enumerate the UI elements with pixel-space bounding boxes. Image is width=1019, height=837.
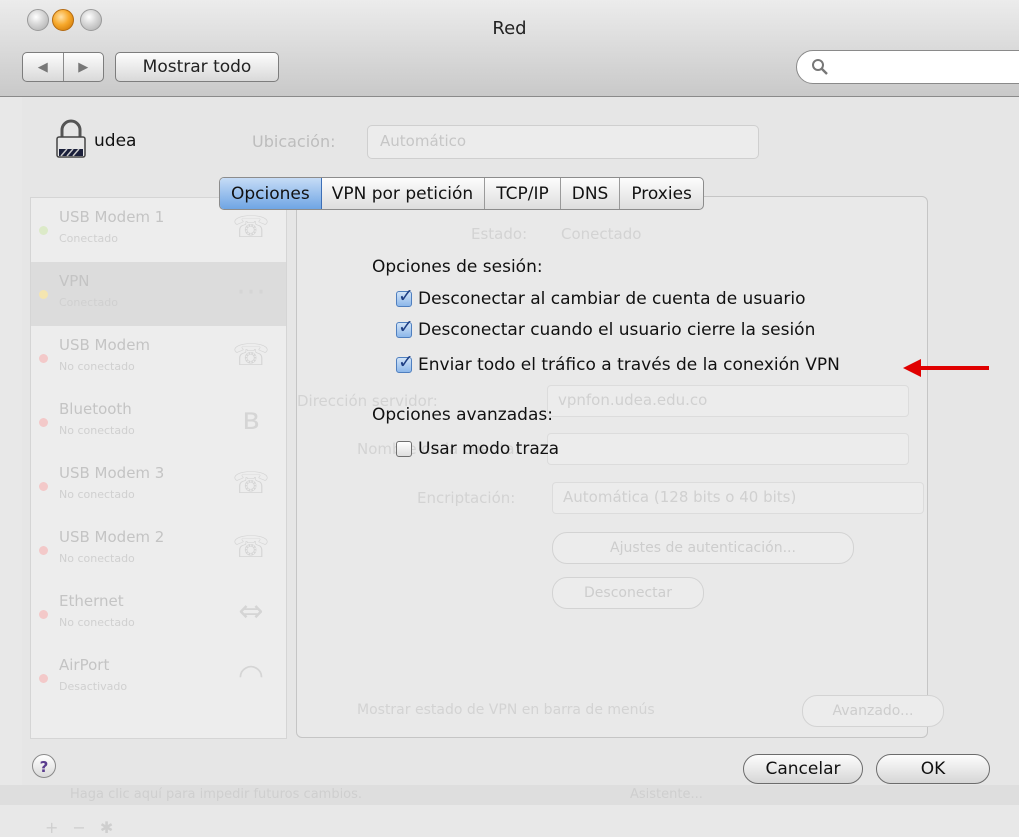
phone-icon: ☏ [232, 466, 270, 501]
server-value: vpnfon.udea.edu.co [558, 391, 708, 409]
option-disconnect-user-switch[interactable]: Desconectar al cambiar de cuenta de usua… [396, 285, 806, 309]
service-item: VPN Conectado ⋯ [31, 262, 286, 326]
assistant-button: Asistente... [630, 787, 703, 802]
option-label: Desconectar cuando el usuario cierre la … [418, 320, 816, 340]
network-services-list: USB Modem 1 Conectado ☏ VPN Conectado ⋯ … [30, 197, 287, 837]
back-forward-control: ◀ ▶ [22, 52, 104, 82]
lock-hint-text: Haga clic aquí para impedir futuros camb… [70, 787, 363, 802]
checkbox[interactable] [396, 351, 414, 373]
ok-button[interactable]: OK [876, 754, 990, 784]
option-trace-mode[interactable]: Usar modo traza [396, 439, 559, 459]
location-label: Ubicación: [252, 132, 336, 151]
service-status: Conectado [59, 296, 118, 309]
status-dot [39, 610, 48, 619]
option-label: Desconectar al cambiar de cuenta de usua… [418, 289, 806, 309]
lock-hint-bar: Haga clic aquí para impedir futuros camb… [0, 785, 1019, 805]
tab-proxies[interactable]: Proxies [620, 178, 703, 209]
status-dot [39, 546, 48, 555]
status-dot [39, 674, 48, 683]
advanced-options-title: Opciones avanzadas: [372, 405, 553, 425]
status-dot [39, 226, 48, 235]
service-status: Desactivado [59, 680, 128, 693]
service-item: USB Modem No conectado ☏ [31, 326, 286, 390]
service-name: Bluetooth [59, 400, 132, 418]
session-options-title: Opciones de sesión: [372, 257, 543, 277]
profile-name: udea [94, 131, 137, 151]
service-item: Ethernet No conectado ⇔ [31, 582, 286, 646]
tab-tcp-ip[interactable]: TCP/IP [485, 178, 561, 209]
red-arrow-icon [903, 359, 989, 377]
title-bar: Red ◀ ▶ Mostrar todo [0, 0, 1019, 97]
encryption-popup: Automática (128 bits o 40 bits) [552, 482, 924, 514]
status-dot [39, 290, 48, 299]
service-item: Bluetooth No conectado ʙ [31, 390, 286, 454]
checkbox[interactable] [396, 316, 414, 338]
advanced-button: Avanzado... [802, 695, 944, 727]
checkbox[interactable] [396, 441, 412, 457]
tab-dns[interactable]: DNS [561, 178, 621, 209]
window-title: Red [492, 18, 527, 39]
tab-opciones[interactable]: Opciones [219, 178, 322, 209]
location-popup: Automático [367, 125, 759, 159]
bluetooth-icon: ʙ [242, 402, 260, 437]
service-item: USB Modem 2 No conectado ☏ [31, 518, 286, 582]
phone-icon: ☏ [232, 530, 270, 565]
tab-vpn-por-peticion[interactable]: VPN por petición [321, 178, 486, 209]
service-status: No conectado [59, 488, 135, 501]
service-status: No conectado [59, 552, 135, 565]
service-name: USB Modem [59, 336, 151, 354]
ethernet-icon: ⇔ [238, 594, 264, 629]
location-value: Automático [380, 132, 467, 150]
show-vpn-status-label: Mostrar estado de VPN en barra de menús [357, 702, 655, 718]
auth-settings-button: Ajustes de autenticación... [552, 532, 854, 564]
service-name: Ethernet [59, 592, 124, 610]
status-label: Estado: [471, 225, 528, 243]
service-item: USB Modem 3 No conectado ☏ [31, 454, 286, 518]
lock-icon [56, 119, 86, 158]
wifi-icon: ◠ [237, 658, 265, 693]
preferences-content: udea Ubicación: Automático USB Modem 1 C… [22, 97, 1019, 837]
service-name: USB Modem 1 [59, 208, 165, 226]
help-button[interactable]: ? [32, 754, 56, 778]
search-icon [812, 59, 828, 75]
service-name: USB Modem 3 [59, 464, 165, 482]
service-status: Conectado [59, 232, 118, 245]
option-disconnect-logout[interactable]: Desconectar cuando el usuario cierre la … [396, 316, 816, 340]
cancel-button[interactable]: Cancelar [743, 754, 863, 784]
phone-icon: ☏ [232, 210, 270, 245]
server-field: vpnfon.udea.edu.co [547, 385, 909, 417]
option-send-all-traffic[interactable]: Enviar todo el tráfico a través de la co… [396, 351, 840, 375]
show-all-button[interactable]: Mostrar todo [115, 52, 279, 82]
status-dot [39, 418, 48, 427]
account-field [547, 433, 909, 465]
list-controls: +−✱ [45, 818, 128, 837]
status-dot [39, 482, 48, 491]
service-status: No conectado [59, 616, 135, 629]
search-field[interactable] [796, 50, 1019, 84]
phone-icon: ☏ [232, 338, 270, 373]
encryption-value: Automática (128 bits o 40 bits) [563, 488, 797, 506]
options-sheet: Estado: Conectado Dirección servidor: vp… [296, 196, 944, 738]
forward-arrow-icon[interactable]: ▶ [64, 53, 104, 81]
encryption-label: Encriptación: [417, 489, 516, 507]
option-label: Enviar todo el tráfico a través de la co… [418, 355, 840, 375]
vpn-icon: ⋯ [236, 274, 266, 309]
status-dot [39, 354, 48, 363]
service-status: No conectado [59, 424, 135, 437]
service-status: No conectado [59, 360, 135, 373]
service-item: AirPort Desactivado ◠ [31, 646, 286, 710]
checkbox[interactable] [396, 285, 414, 307]
service-name: AirPort [59, 656, 110, 674]
service-name: USB Modem 2 [59, 528, 165, 546]
status-value: Conectado [561, 225, 642, 243]
service-name: VPN [59, 272, 90, 290]
tab-bar: Opciones VPN por petición TCP/IP DNS Pro… [219, 177, 704, 210]
disconnect-button: Desconectar [552, 577, 704, 609]
back-arrow-icon[interactable]: ◀ [23, 53, 64, 81]
option-label: Usar modo traza [418, 439, 560, 459]
